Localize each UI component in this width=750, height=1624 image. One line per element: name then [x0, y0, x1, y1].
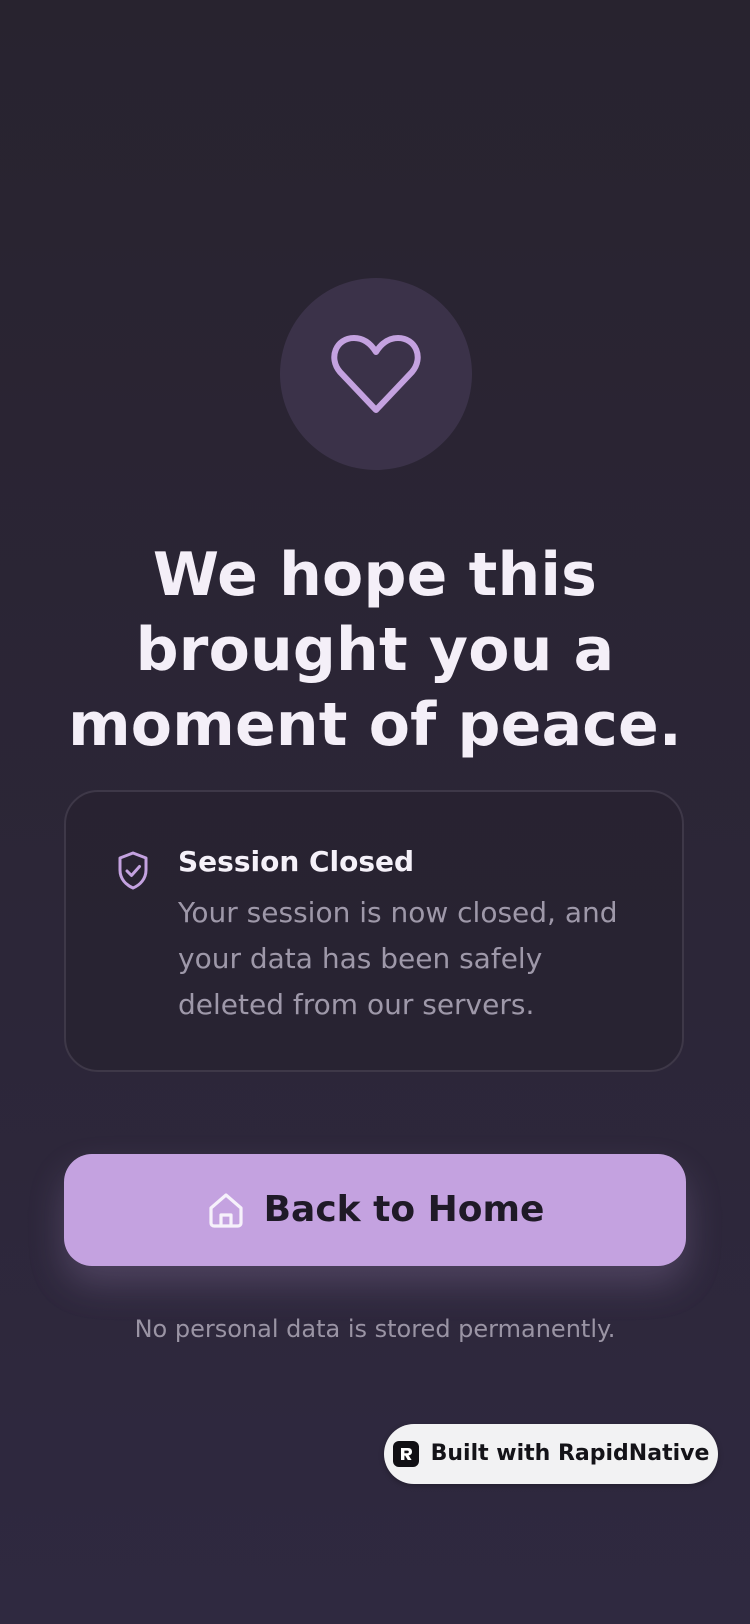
- rapidnative-logo-icon: [392, 1441, 419, 1467]
- heart-badge: [280, 278, 472, 470]
- back-to-home-button[interactable]: Back to Home: [64, 1154, 686, 1266]
- built-with-badge[interactable]: Built with RapidNative: [384, 1424, 718, 1484]
- privacy-footnote: No personal data is stored permanently.: [134, 1315, 616, 1343]
- shield-check-icon: [118, 851, 148, 890]
- heart-icon: [331, 335, 421, 413]
- page-title: We hope this brought you a moment of pea…: [68, 540, 682, 760]
- built-with-label: Built with RapidNative: [430, 1441, 710, 1466]
- card-description: Your session is now closed, and your dat…: [178, 896, 618, 1021]
- session-closed-screen: We hope this brought you a moment of pea…: [0, 0, 750, 1624]
- home-icon: [208, 1193, 243, 1228]
- card-title: Session Closed: [178, 845, 415, 878]
- session-closed-card: Session Closed Your session is now close…: [64, 790, 684, 1072]
- back-to-home-label: Back to Home: [263, 1189, 545, 1230]
